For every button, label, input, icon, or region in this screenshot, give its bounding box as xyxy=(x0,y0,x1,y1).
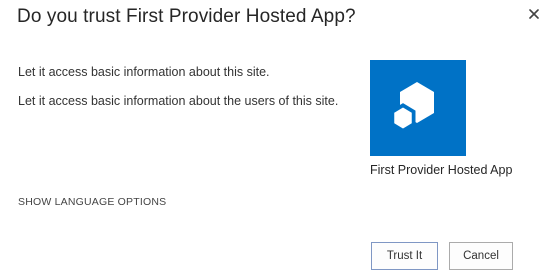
cancel-button[interactable]: Cancel xyxy=(449,242,513,270)
close-button[interactable] xyxy=(522,2,546,26)
app-name: First Provider Hosted App xyxy=(370,163,513,177)
show-language-options-link[interactable]: SHOW LANGUAGE OPTIONS xyxy=(18,196,166,208)
close-icon xyxy=(529,9,539,19)
trust-app-dialog: Do you trust First Provider Hosted App? … xyxy=(0,0,555,274)
permission-item-users: Let it access basic information about th… xyxy=(18,94,339,108)
app-cubes-icon xyxy=(370,60,466,156)
permission-item-site: Let it access basic information about th… xyxy=(18,65,270,79)
trust-it-button[interactable]: Trust It xyxy=(371,242,438,270)
app-tile xyxy=(370,60,466,156)
permission-list: Let it access basic information about th… xyxy=(18,64,348,122)
dialog-title: Do you trust First Provider Hosted App? xyxy=(17,6,356,27)
